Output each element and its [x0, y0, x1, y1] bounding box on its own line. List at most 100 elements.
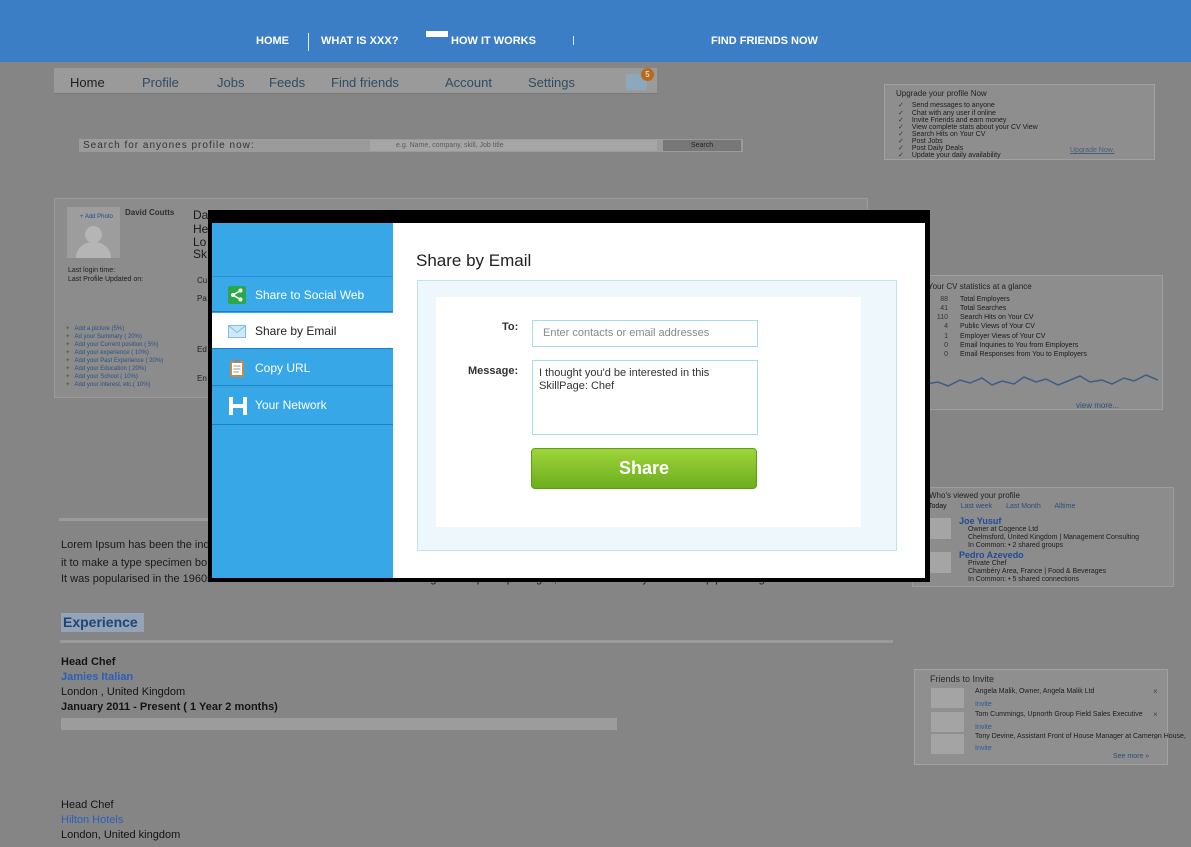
- stats-view-more-link[interactable]: view more...: [1076, 401, 1119, 410]
- upgrade-now-link[interactable]: Upgrade Now.: [1070, 147, 1114, 154]
- job-company-link[interactable]: Jamies Italian: [61, 671, 133, 683]
- profile-name: David Coutts: [125, 208, 175, 217]
- tab-home[interactable]: Home: [70, 75, 105, 90]
- mail-icon[interactable]: 5: [626, 68, 654, 90]
- friend-name: Tom Cummings, Upnorth Group Field Sales …: [975, 711, 1143, 718]
- menu-label: Share to Social Web: [255, 288, 365, 302]
- job-dates: January 2011 - Present ( 1 Year 2 months…: [61, 701, 278, 713]
- profile-field-label: Ed: [197, 345, 207, 354]
- job-company-link[interactable]: Hilton Hotels: [61, 814, 123, 826]
- stats-row: 88 Total Employers: [940, 296, 1010, 303]
- close-icon[interactable]: ×: [1153, 687, 1158, 696]
- tab-settings[interactable]: Settings: [528, 75, 575, 90]
- upgrade-heading: Upgrade your profile Now: [896, 89, 987, 98]
- viewers-tab[interactable]: Last Month: [1006, 503, 1041, 510]
- divider: [60, 640, 893, 643]
- nav-home-link[interactable]: HOME: [256, 35, 289, 47]
- menu-share-email[interactable]: Share by Email: [212, 313, 393, 349]
- viewer-location: Chambéry Area, France | Food & Beverages: [968, 568, 1106, 575]
- tab-feeds[interactable]: Feeds: [269, 75, 305, 90]
- avatar: [931, 734, 964, 754]
- stats-row: 0 Email Responses from You to Employers: [944, 351, 1087, 358]
- avatar-placeholder-icon: [85, 226, 102, 243]
- share-button[interactable]: Share: [531, 448, 757, 489]
- viewers-tabs: Today Last week Last Month Alltime: [928, 503, 1087, 510]
- upgrade-item: Send messages to anyone: [898, 101, 995, 109]
- viewers-tab[interactable]: Alltime: [1054, 503, 1075, 510]
- cv-stats-panel: Your CV statistics at a glance 88 Total E…: [915, 275, 1163, 410]
- search-label: Search for anyones profile now:: [83, 140, 255, 151]
- avatar-placeholder-body: [76, 242, 111, 258]
- viewer-common[interactable]: In Common: • 5 shared connections: [968, 576, 1079, 583]
- completion-item[interactable]: Add your Education ( 20%): [66, 366, 147, 372]
- menu-your-network[interactable]: Your Network: [212, 387, 393, 425]
- recipients-input[interactable]: Enter contacts or email addresses: [532, 320, 758, 347]
- viewer-name[interactable]: Joe Yusuf: [959, 516, 1001, 526]
- close-icon[interactable]: ×: [1153, 733, 1158, 742]
- friends-heading: Friends to Invite: [930, 674, 995, 684]
- profile-viewers-panel: Who's viewed your profile Today Last wee…: [912, 487, 1174, 587]
- invite-link[interactable]: Invite: [975, 701, 992, 708]
- viewers-tab[interactable]: Last week: [961, 503, 993, 510]
- tab-profile[interactable]: Profile: [142, 75, 179, 90]
- completion-item[interactable]: Add your Current position ( 5%): [66, 342, 159, 348]
- message-textarea[interactable]: I thought you'd be interested in this Sk…: [532, 360, 758, 435]
- mail-count-badge: 5: [641, 68, 654, 81]
- menu-label: Your Network: [255, 398, 327, 412]
- viewer-title: Private Chef: [968, 560, 1007, 567]
- avatar: [931, 688, 964, 708]
- menu-label: Share by Email: [255, 324, 337, 338]
- menu-copy-url[interactable]: Copy URL: [212, 350, 393, 386]
- add-photo-link[interactable]: + Add Photo: [80, 214, 113, 220]
- nav-how-link[interactable]: HOW IT WORKS: [451, 35, 536, 47]
- menu-share-social[interactable]: Share to Social Web: [212, 276, 393, 312]
- tab-account[interactable]: Account: [445, 75, 492, 90]
- viewer-location: Chelmsford, United Kingdom | Management …: [968, 534, 1140, 541]
- stats-row: 4 Public Views of Your CV: [944, 323, 1035, 330]
- viewer-common[interactable]: In Common: • 2 shared groups: [968, 542, 1063, 549]
- nav-find-friends-link[interactable]: FIND FRIENDS NOW: [711, 35, 818, 47]
- nav-what-link[interactable]: WHAT IS XXX?: [321, 35, 398, 47]
- nav-divider: [308, 33, 309, 51]
- invite-link[interactable]: Invite: [975, 724, 992, 731]
- profile-heading-line: Da: [193, 208, 209, 222]
- message-label: Message:: [468, 365, 519, 377]
- summary-text: it to make a type specimen bo: [61, 557, 208, 569]
- completion-item[interactable]: Add your Past Experience ( 20%): [66, 358, 164, 364]
- network-logo-icon: [228, 396, 247, 415]
- avatar[interactable]: [930, 518, 951, 539]
- stats-heading: Your CV statistics at a glance: [928, 282, 1032, 291]
- invite-link[interactable]: Invite: [975, 745, 992, 752]
- experience-heading: Experience: [61, 613, 144, 632]
- profile-search-bar: Search for anyones profile now: e.g. Nam…: [79, 139, 743, 152]
- job-title: Head Chef: [61, 656, 116, 668]
- profile-field-label: En: [197, 374, 207, 383]
- completion-item[interactable]: Add your experience ( 10%): [66, 350, 149, 356]
- completion-item[interactable]: Add your School ( 10%): [66, 374, 138, 380]
- viewer-name[interactable]: Pedro Azevedo: [959, 550, 1024, 560]
- close-icon[interactable]: ×: [1153, 710, 1158, 719]
- viewers-heading: Who's viewed your profile: [929, 491, 1020, 500]
- completion-item[interactable]: Add your interest, etc.( 10%): [66, 382, 151, 388]
- completion-item[interactable]: Ad your Summary ( 20%): [66, 334, 142, 340]
- profile-photo[interactable]: + Add Photo: [67, 207, 120, 258]
- stats-sparkline: [926, 374, 1158, 387]
- search-input[interactable]: e.g. Name, company, skill, Job title: [370, 140, 657, 151]
- envelope-icon: [228, 322, 246, 340]
- completion-item[interactable]: Add a picture (5%): [66, 326, 125, 332]
- share-icon: [228, 286, 246, 304]
- summary-text: Lorem Ipsum has been the ind: [61, 539, 210, 551]
- viewers-tab[interactable]: Today: [928, 503, 947, 510]
- nav-divider: [573, 36, 574, 45]
- profile-heading-line: He: [193, 222, 209, 236]
- viewer-title: Owner at Cogence Ltd: [968, 526, 1039, 533]
- last-updated-label: Last Profile Updated on:: [68, 276, 144, 283]
- avatar[interactable]: [930, 552, 951, 573]
- tab-find-friends[interactable]: Find friends: [331, 75, 399, 90]
- friend-name: Angela Malik, Owner, Angela Malik Ltd: [975, 688, 1095, 695]
- search-button[interactable]: Search: [663, 140, 741, 151]
- job-location: London , United Kingdom: [61, 686, 186, 698]
- panel-title: Share by Email: [416, 251, 532, 270]
- see-more-link[interactable]: See more »: [1113, 753, 1149, 760]
- tab-jobs[interactable]: Jobs: [217, 75, 244, 90]
